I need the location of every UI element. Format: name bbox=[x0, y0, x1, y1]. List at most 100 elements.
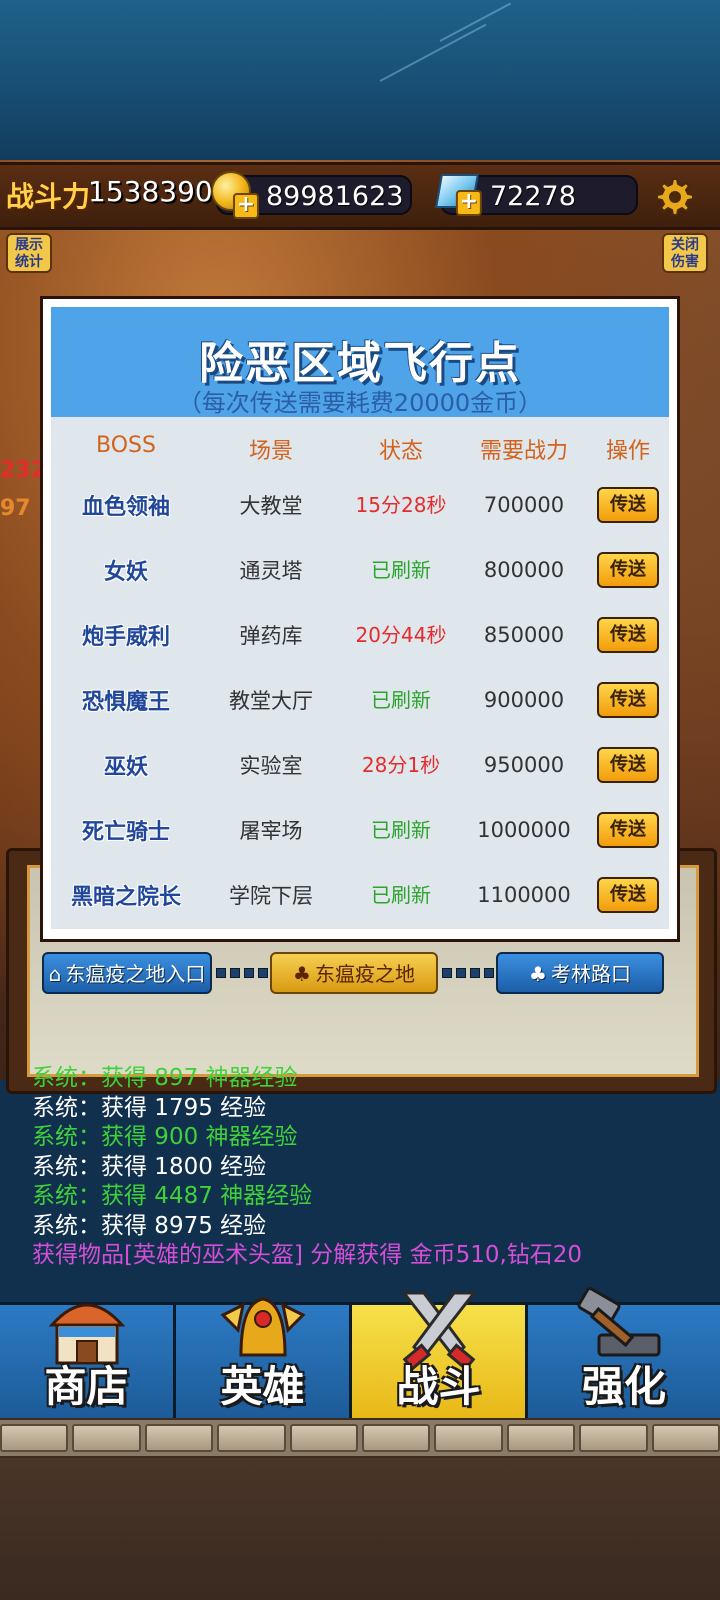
action-cell: 传送 bbox=[587, 865, 669, 925]
bottom-ground bbox=[0, 1458, 720, 1600]
scene-name: 通灵塔 bbox=[239, 559, 303, 583]
boss-row: 女妖 通灵塔 已刷新 800000 传送 bbox=[51, 540, 669, 600]
boss-name: 炮手威利 bbox=[81, 625, 170, 650]
nav-label: 战斗 bbox=[396, 1362, 481, 1411]
boss-name: 黑暗之院长 bbox=[70, 885, 181, 910]
dialog-body: 险恶区域飞行点 （每次传送需要耗费20000金币） BOSS 场景 状态 需要战… bbox=[51, 307, 669, 929]
required-power: 800000 bbox=[483, 558, 565, 582]
power-label: 战斗力 bbox=[6, 180, 91, 213]
scene-name: 弹药库 bbox=[239, 624, 303, 648]
settings-button[interactable] bbox=[650, 174, 696, 220]
required-power: 950000 bbox=[483, 753, 565, 777]
nav-tab-enhance[interactable]: 强化 bbox=[528, 1287, 720, 1418]
diamond-value: 72278 bbox=[490, 181, 576, 212]
scene-name: 学院下层 bbox=[229, 884, 313, 908]
home-icon: ⌂ bbox=[48, 962, 62, 986]
action-cell: 传送 bbox=[587, 475, 669, 535]
brick-border bbox=[0, 1418, 720, 1458]
log-line: 获得物品[英雄的巫术头盔] 分解获得 金币510,钻石20 bbox=[32, 1242, 583, 1268]
gold-value: 89981623 bbox=[266, 181, 404, 212]
nav-label: 英雄 bbox=[220, 1362, 305, 1411]
boss-name: 血色领袖 bbox=[81, 495, 170, 520]
scene-name: 大教堂 bbox=[239, 494, 303, 518]
path-connector bbox=[442, 968, 494, 978]
boss-state: 20分44秒 bbox=[355, 623, 447, 647]
nav-tab-hero[interactable]: 英雄 bbox=[176, 1297, 352, 1418]
boss-row: 黑暗之院长 学院下层 已刷新 1100000 传送 bbox=[51, 865, 669, 925]
map-node-current[interactable]: ♣ 东瘟疫之地 bbox=[270, 952, 438, 994]
boss-state: 已刷新 bbox=[371, 818, 431, 842]
log-line: 系统：获得 1800 经验 bbox=[32, 1153, 267, 1180]
add-diamond-button[interactable]: + bbox=[434, 168, 482, 216]
teleport-button[interactable]: 传送 bbox=[597, 812, 659, 848]
action-cell: 传送 bbox=[587, 540, 669, 600]
map-node-entrance[interactable]: ⌂ 东瘟疫之地入口 bbox=[42, 952, 212, 994]
nav-label: 商店 bbox=[44, 1362, 129, 1411]
required-power: 850000 bbox=[483, 623, 565, 647]
teleport-button[interactable]: 传送 bbox=[597, 682, 659, 718]
teleport-button[interactable]: 传送 bbox=[597, 552, 659, 588]
sky-streak bbox=[379, 23, 487, 82]
column-header-scene: 场景 bbox=[248, 439, 293, 464]
log-line: 系统：获得 1795 经验 bbox=[32, 1094, 267, 1121]
teleport-button[interactable]: 传送 bbox=[597, 877, 659, 913]
flight-point-dialog: 险恶区域飞行点 （每次传送需要耗费20000金币） BOSS 场景 状态 需要战… bbox=[40, 296, 680, 942]
map-node-next[interactable]: ♣ 考林路口 bbox=[496, 952, 664, 994]
map-node-label: 东瘟疫之地入口 bbox=[65, 962, 206, 986]
required-power: 1000000 bbox=[477, 818, 571, 842]
sky-background bbox=[0, 0, 720, 160]
column-header-boss: BOSS bbox=[96, 433, 156, 458]
scene-name: 屠宰场 bbox=[239, 819, 303, 843]
boss-state: 已刷新 bbox=[371, 688, 431, 712]
boss-state: 已刷新 bbox=[371, 558, 431, 582]
tree-icon: ♣ bbox=[529, 962, 547, 986]
required-power: 700000 bbox=[483, 493, 565, 517]
plus-icon: + bbox=[233, 193, 259, 219]
action-cell: 传送 bbox=[587, 670, 669, 730]
column-header-power: 需要战力 bbox=[479, 439, 568, 464]
power-value: 1538390 bbox=[88, 175, 213, 208]
dialog-subtitle: （每次传送需要耗费20000金币） bbox=[177, 389, 543, 417]
log-line: 系统：获得 4487 神器经验 bbox=[32, 1183, 313, 1209]
teleport-button[interactable]: 传送 bbox=[597, 617, 659, 653]
nav-tab-battle[interactable]: 战斗 bbox=[352, 1291, 528, 1418]
boss-state: 已刷新 bbox=[371, 883, 431, 907]
map-node-label: 考林路口 bbox=[550, 962, 631, 986]
nav-tab-shop[interactable]: 商店 bbox=[0, 1303, 176, 1418]
log-line: 系统：获得 900 神器经验 bbox=[32, 1124, 298, 1150]
required-power: 1100000 bbox=[477, 883, 571, 907]
boss-name: 死亡骑士 bbox=[81, 820, 170, 845]
map-node-label: 东瘟疫之地 bbox=[314, 962, 415, 986]
log-line: 系统：获得 897 神器经验 bbox=[32, 1065, 298, 1091]
nav-label: 强化 bbox=[581, 1362, 666, 1411]
gear-icon bbox=[656, 178, 694, 216]
boss-state: 28分1秒 bbox=[361, 753, 441, 777]
action-cell: 传送 bbox=[587, 800, 669, 860]
column-header-state: 状态 bbox=[378, 439, 423, 464]
boss-row: 炮手威利 弹药库 20分44秒 850000 传送 bbox=[51, 605, 669, 665]
sky-streak bbox=[439, 2, 512, 42]
gold-coin-icon: + bbox=[211, 171, 259, 219]
boss-row: 恐惧魔王 教堂大厅 已刷新 900000 传送 bbox=[51, 670, 669, 730]
damage-number: 97 bbox=[0, 496, 31, 521]
add-gold-button[interactable]: + bbox=[208, 168, 259, 219]
system-log: 系统：获得 897 神器经验 系统：获得 1795 经验 系统：获得 900 神… bbox=[32, 1065, 583, 1271]
plus-icon: + bbox=[455, 189, 482, 216]
tree-icon: ♣ bbox=[293, 962, 311, 986]
action-cell: 传送 bbox=[587, 605, 669, 665]
boss-row: 血色领袖 大教堂 15分28秒 700000 传送 bbox=[51, 475, 669, 535]
scene-name: 实验室 bbox=[239, 754, 303, 778]
boss-state: 15分28秒 bbox=[355, 493, 447, 517]
teleport-button[interactable]: 传送 bbox=[597, 747, 659, 783]
action-cell: 传送 bbox=[587, 735, 669, 795]
boss-row: 巫妖 实验室 28分1秒 950000 传送 bbox=[51, 735, 669, 795]
show-stats-button[interactable]: 展示 统计 bbox=[6, 233, 52, 273]
required-power: 900000 bbox=[483, 688, 565, 712]
teleport-button[interactable]: 传送 bbox=[597, 487, 659, 523]
dialog-title: 险恶区域飞行点 bbox=[199, 338, 521, 389]
close-damage-button[interactable]: 关闭 伤害 bbox=[662, 233, 708, 273]
column-header-action: 操作 bbox=[605, 439, 650, 464]
boss-row: 死亡骑士 屠宰场 已刷新 1000000 传送 bbox=[51, 800, 669, 860]
boss-name: 巫妖 bbox=[103, 755, 148, 780]
log-line: 系统：获得 8975 经验 bbox=[32, 1212, 267, 1239]
